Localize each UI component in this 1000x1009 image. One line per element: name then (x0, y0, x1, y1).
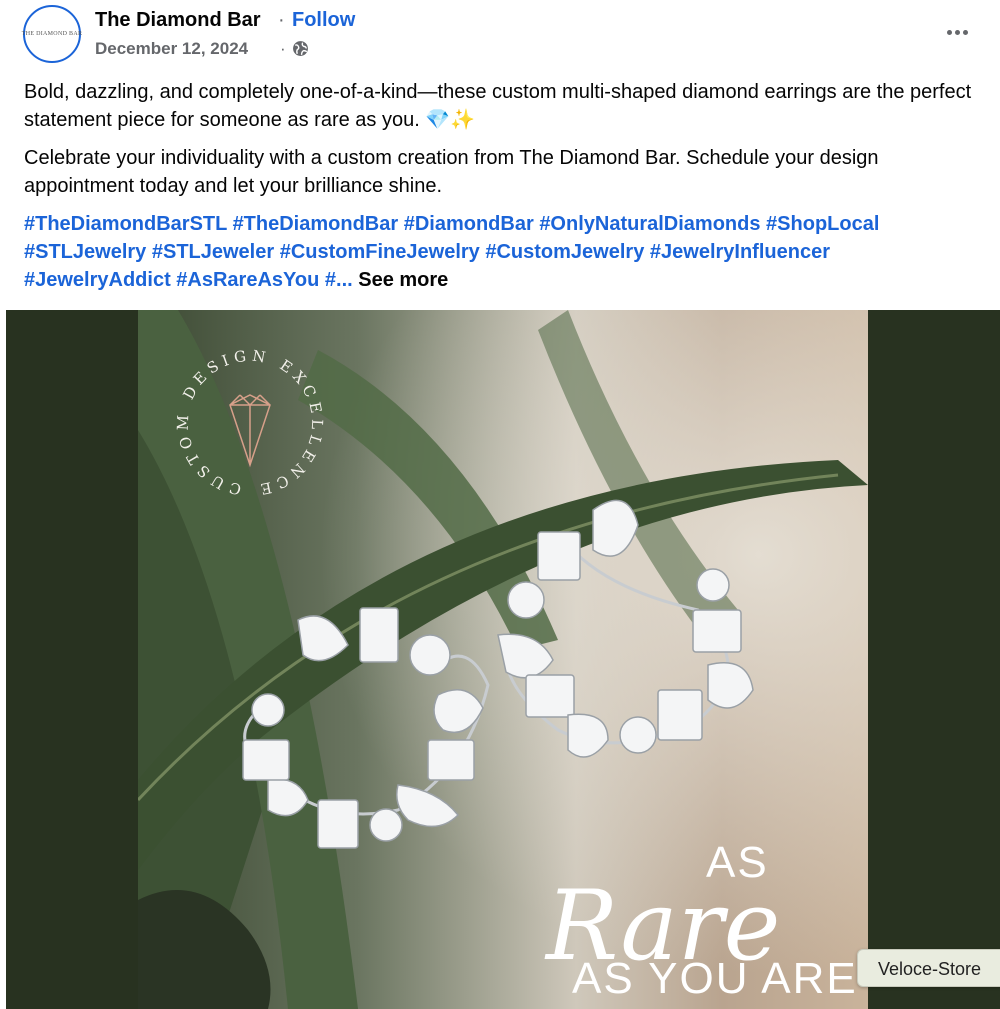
date-separator: · (280, 39, 286, 58)
hashtag-link[interactable]: #CustomJewelry (485, 241, 644, 263)
hashtag-link[interactable]: #DiamondBar (404, 213, 534, 235)
page-name-link[interactable]: The Diamond Bar (95, 9, 261, 32)
more-options-button[interactable] (940, 18, 974, 46)
hashtag-link[interactable]: #OnlyNaturalDiamonds (539, 213, 760, 235)
post-message: Bold, dazzling, and completely one-of-a-… (24, 78, 974, 304)
overlay-text-as-you-are: AS YOU ARE (572, 954, 858, 1003)
post-header: THE DIAMOND BAR The Diamond Bar · Follow… (0, 0, 1000, 70)
hashtag-link[interactable]: #TheDiamondBar (233, 213, 399, 235)
extension-tooltip[interactable]: Veloce-Store (857, 949, 1000, 987)
post-image[interactable]: CUSTOM DESIGN EXCELLENCE AS Rare AS YOU … (6, 310, 1000, 1009)
more-horizontal-icon (946, 29, 952, 35)
hashtag-link[interactable]: #JewelryAddict (24, 269, 171, 291)
name-separator: · (278, 9, 285, 31)
hashtag-link[interactable]: #TheDiamondBarSTL (24, 213, 227, 235)
post-date-link[interactable]: December 12, 2024 (95, 39, 248, 59)
hashtag-link[interactable]: #STLJewelry (24, 241, 146, 263)
post-paragraph: Celebrate your individuality with a cust… (24, 147, 879, 197)
globe-icon[interactable] (292, 40, 309, 57)
see-more-button[interactable]: See more (358, 269, 448, 291)
hashtag-list: #TheDiamondBarSTL #TheDiamondBar #Diamon… (24, 210, 974, 294)
hashtag-link[interactable]: #JewelryInfluencer (650, 241, 830, 263)
follow-button[interactable]: Follow (292, 9, 355, 32)
hashtag-link[interactable]: #ShopLocal (766, 213, 879, 235)
avatar-logo-text: THE DIAMOND BAR (21, 31, 83, 37)
hashtag-link[interactable]: #AsRareAsYou (176, 269, 319, 291)
post-paragraph: Bold, dazzling, and completely one-of-a-… (24, 81, 972, 131)
page-avatar[interactable]: THE DIAMOND BAR (21, 5, 83, 63)
hashtag-link[interactable]: #STLJeweler (152, 241, 274, 263)
hashtag-link[interactable]: #... (325, 269, 353, 291)
hashtag-link[interactable]: #CustomFineJewelry (280, 241, 480, 263)
